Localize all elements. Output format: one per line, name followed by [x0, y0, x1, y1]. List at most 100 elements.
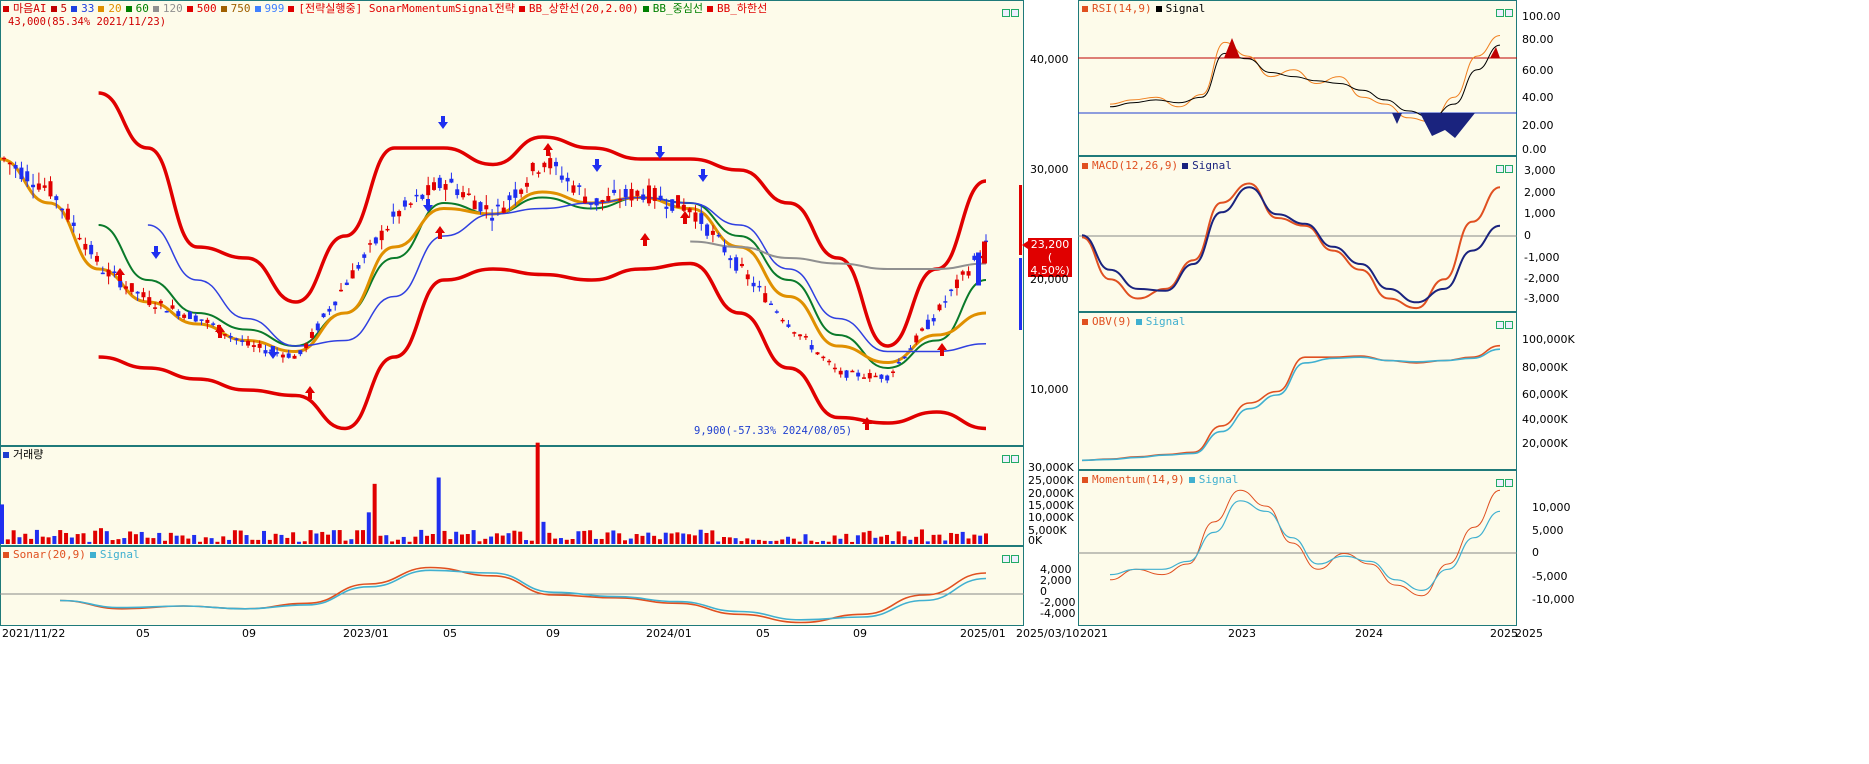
- volume-bar: [209, 538, 214, 544]
- main-legend-item: BB_중심선: [652, 2, 703, 15]
- candle-body: [286, 353, 291, 358]
- candle-body: [976, 252, 981, 286]
- close-icon[interactable]: [1011, 9, 1019, 17]
- volume-bar: [64, 532, 69, 544]
- rsi-legend-item: RSI(14,9): [1092, 2, 1152, 15]
- buy-signal-arrow: [435, 226, 445, 239]
- rsi-overbought-fill: [1224, 38, 1240, 58]
- candle-body: [699, 213, 704, 224]
- volume-bar: [23, 533, 28, 544]
- volume-bar: [681, 533, 686, 544]
- high-note: 43,000(85.34% 2021/11/23): [8, 15, 170, 29]
- x-left-tick-label: 09: [242, 627, 256, 640]
- volume-bar: [867, 530, 872, 544]
- macd-panel-buttons[interactable]: [1496, 158, 1516, 173]
- candle-body: [891, 371, 896, 373]
- macd-legend: MACD(12,26,9) Signal: [1082, 159, 1236, 173]
- volume-bar: [774, 540, 779, 544]
- candle-body: [774, 311, 779, 313]
- volume-bar: [349, 539, 354, 544]
- candle-body: [803, 336, 808, 338]
- candle-body: [513, 189, 518, 198]
- volume-bar: [407, 541, 412, 544]
- macd-legend-item: Signal: [1192, 159, 1232, 172]
- maximize-icon[interactable]: [1496, 9, 1504, 17]
- close-icon[interactable]: [1011, 455, 1019, 463]
- volume-bar: [273, 533, 278, 544]
- momentum-panel-buttons[interactable]: [1496, 472, 1516, 487]
- candle-body: [925, 319, 930, 330]
- candle-body: [798, 334, 803, 337]
- obv-line: [1081, 344, 1501, 462]
- volume-bar: [279, 534, 284, 544]
- candle-body: [559, 175, 564, 180]
- candle-body: [7, 162, 12, 165]
- close-icon[interactable]: [1011, 555, 1019, 563]
- sonar-legend-swatch: [89, 552, 96, 558]
- volume-bar: [477, 541, 482, 544]
- volume-bar: [81, 533, 86, 544]
- volume-bar: [430, 534, 435, 544]
- candle-body: [786, 324, 791, 327]
- close-icon[interactable]: [1505, 479, 1513, 487]
- candle-body: [612, 189, 617, 193]
- volume-bar: [704, 532, 709, 544]
- volume-bar: [395, 539, 400, 544]
- maximize-icon[interactable]: [1496, 165, 1504, 173]
- main-legend-item: BB_상한선(20,2.00): [528, 2, 639, 15]
- close-icon[interactable]: [1505, 321, 1513, 329]
- candle-body: [42, 185, 47, 188]
- main-y-tick-label: 10,000: [1030, 383, 1069, 396]
- price-range-marker-down: [1019, 258, 1022, 330]
- volume-bar: [87, 541, 92, 544]
- candle-body: [420, 194, 425, 199]
- candle-body: [48, 181, 53, 197]
- maximize-icon[interactable]: [1496, 479, 1504, 487]
- volume-bar: [850, 541, 855, 544]
- volume-bar: [908, 539, 913, 544]
- obv-panel-buttons[interactable]: [1496, 314, 1516, 329]
- bb-middle-line: [98, 196, 987, 370]
- sonar-panel-buttons[interactable]: [1002, 548, 1022, 563]
- volume-bar: [745, 538, 750, 544]
- volume-bar: [238, 530, 243, 544]
- volume-bar: [302, 541, 307, 544]
- volume-bar: [675, 532, 680, 544]
- obv-y-tick-label: 40,000K: [1522, 413, 1568, 426]
- main-panel-buttons[interactable]: [1002, 2, 1022, 17]
- maximize-icon[interactable]: [1496, 321, 1504, 329]
- maximize-icon[interactable]: [1002, 555, 1010, 563]
- volume-y-tick-label: 0K: [1028, 534, 1043, 547]
- volume-bar: [960, 531, 965, 544]
- candle-body: [832, 367, 837, 370]
- volume-bar: [838, 538, 843, 544]
- main-legend-swatch: [288, 6, 295, 12]
- candle-body: [519, 189, 524, 194]
- volume-bar: [535, 442, 540, 544]
- maximize-icon[interactable]: [1002, 9, 1010, 17]
- volume-bar: [844, 533, 849, 544]
- volume-bar: [285, 537, 290, 544]
- volume-bar: [308, 530, 313, 544]
- candle-body: [431, 182, 436, 190]
- volume-bar: [896, 531, 901, 544]
- volume-bar: [401, 536, 406, 544]
- volume-bar: [52, 535, 57, 544]
- rsi-panel-buttons[interactable]: [1496, 2, 1516, 17]
- volume-bar: [174, 535, 179, 544]
- volume-bar: [360, 530, 365, 544]
- maximize-icon[interactable]: [1002, 455, 1010, 463]
- volume-panel-buttons[interactable]: [1002, 448, 1022, 463]
- x-right-tick-label: 2025: [1515, 627, 1543, 640]
- close-icon[interactable]: [1505, 9, 1513, 17]
- close-icon[interactable]: [1505, 165, 1513, 173]
- sell-signal-arrow: [151, 246, 161, 259]
- candle-body: [13, 165, 18, 169]
- candle-body: [629, 188, 634, 201]
- obv-legend-swatch: [1135, 319, 1142, 325]
- sell-signal-arrow: [698, 169, 708, 182]
- volume-bar: [966, 538, 971, 544]
- candle-body: [693, 212, 698, 222]
- volume-bar: [902, 536, 907, 544]
- volume-bar: [215, 541, 220, 544]
